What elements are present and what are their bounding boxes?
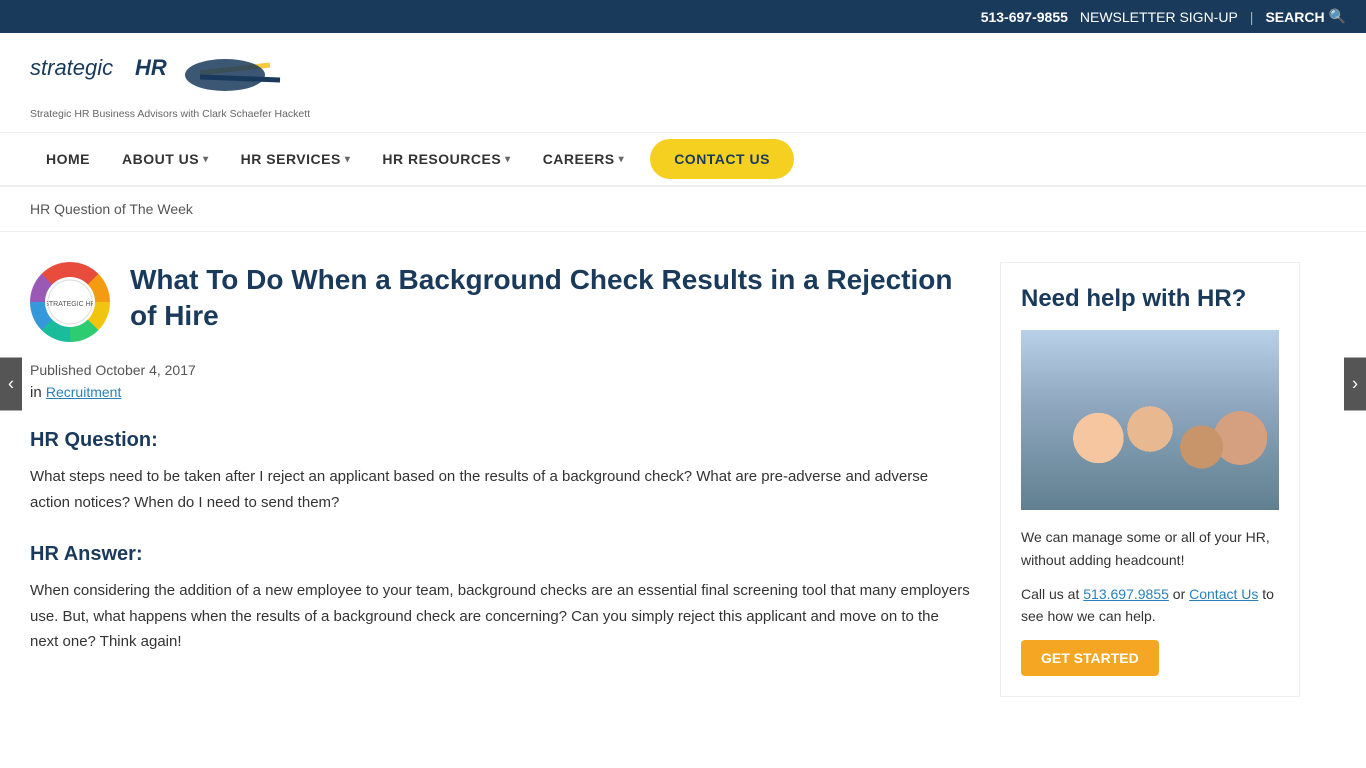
nav-item-careers[interactable]: CAREERS ▾ <box>527 133 641 185</box>
answer-text: When considering the addition of a new e… <box>30 578 970 655</box>
main-nav: HOME ABOUT US ▾ HR SERVICES ▾ HR RESOURC… <box>0 133 1366 187</box>
article-title: What To Do When a Background Check Resul… <box>130 262 970 335</box>
get-started-button[interactable]: GET STARTED <box>1021 640 1159 676</box>
site-header: strategic HR Strategic HR Business Advis… <box>0 33 1366 133</box>
chevron-down-icon: ▾ <box>345 154 351 165</box>
search-button[interactable]: SEARCH 🔍 <box>1265 8 1346 25</box>
sidebar-contact-link[interactable]: Contact Us <box>1189 586 1258 602</box>
svg-text:STRATEGIC HR: STRATEGIC HR <box>47 301 93 308</box>
contact-us-button[interactable]: CONTACT US <box>650 139 794 179</box>
logo-tagline: Strategic HR Business Advisors with Clar… <box>30 108 310 120</box>
logo[interactable]: strategic HR Strategic HR Business Advis… <box>30 45 310 120</box>
logo-text: strategic HR <box>30 45 310 105</box>
chevron-down-icon: ▾ <box>505 154 511 165</box>
article: STRATEGIC HR What To Do When a Backgroun… <box>30 262 970 697</box>
sidebar-title: Need help with HR? <box>1021 283 1279 314</box>
category-link[interactable]: Recruitment <box>46 384 121 400</box>
prev-arrow[interactable]: ‹ <box>0 358 22 411</box>
sidebar: Need help with HR? We can manage some or… <box>1000 262 1300 697</box>
question-heading: HR Question: <box>30 429 970 452</box>
nav-item-resources[interactable]: HR RESOURCES ▾ <box>366 133 526 185</box>
svg-text:strategic: strategic <box>30 55 113 80</box>
chevron-down-icon: ▾ <box>203 154 209 165</box>
nav-item-services[interactable]: HR SERVICES ▾ <box>225 133 367 185</box>
article-category: in Recruitment <box>30 384 970 401</box>
answer-heading: HR Answer: <box>30 543 970 566</box>
sidebar-phone-link[interactable]: 513.697.9855 <box>1083 586 1169 602</box>
top-bar-divider: | <box>1250 9 1254 25</box>
sidebar-image <box>1021 330 1279 510</box>
top-bar: 513-697-9855 NEWSLETTER SIGN-UP | SEARCH… <box>0 0 1366 33</box>
svg-text:HR: HR <box>135 55 167 80</box>
top-bar-phone: 513-697-9855 <box>981 9 1068 25</box>
nav-item-about[interactable]: ABOUT US ▾ <box>106 133 225 185</box>
chevron-down-icon: ▾ <box>619 154 625 165</box>
sidebar-text2: Call us at 513.697.9855 or Contact Us to… <box>1021 583 1279 628</box>
hr-team-image <box>1021 330 1279 510</box>
question-text: What steps need to be taken after I reje… <box>30 464 970 515</box>
main-content: STRATEGIC HR What To Do When a Backgroun… <box>0 232 1366 727</box>
article-meta: Published October 4, 2017 <box>30 362 970 378</box>
article-icon-inner: STRATEGIC HR <box>45 277 95 327</box>
sidebar-widget: Need help with HR? We can manage some or… <box>1000 262 1300 697</box>
newsletter-link[interactable]: NEWSLETTER SIGN-UP <box>1080 9 1238 25</box>
next-arrow[interactable]: › <box>1344 358 1366 411</box>
breadcrumb: HR Question of The Week <box>0 187 1366 232</box>
search-icon: 🔍 <box>1329 8 1346 25</box>
sidebar-text1: We can manage some or all of your HR, wi… <box>1021 526 1279 571</box>
nav-item-home[interactable]: HOME <box>30 133 106 185</box>
article-header: STRATEGIC HR What To Do When a Backgroun… <box>30 262 970 342</box>
article-icon: STRATEGIC HR <box>30 262 110 342</box>
